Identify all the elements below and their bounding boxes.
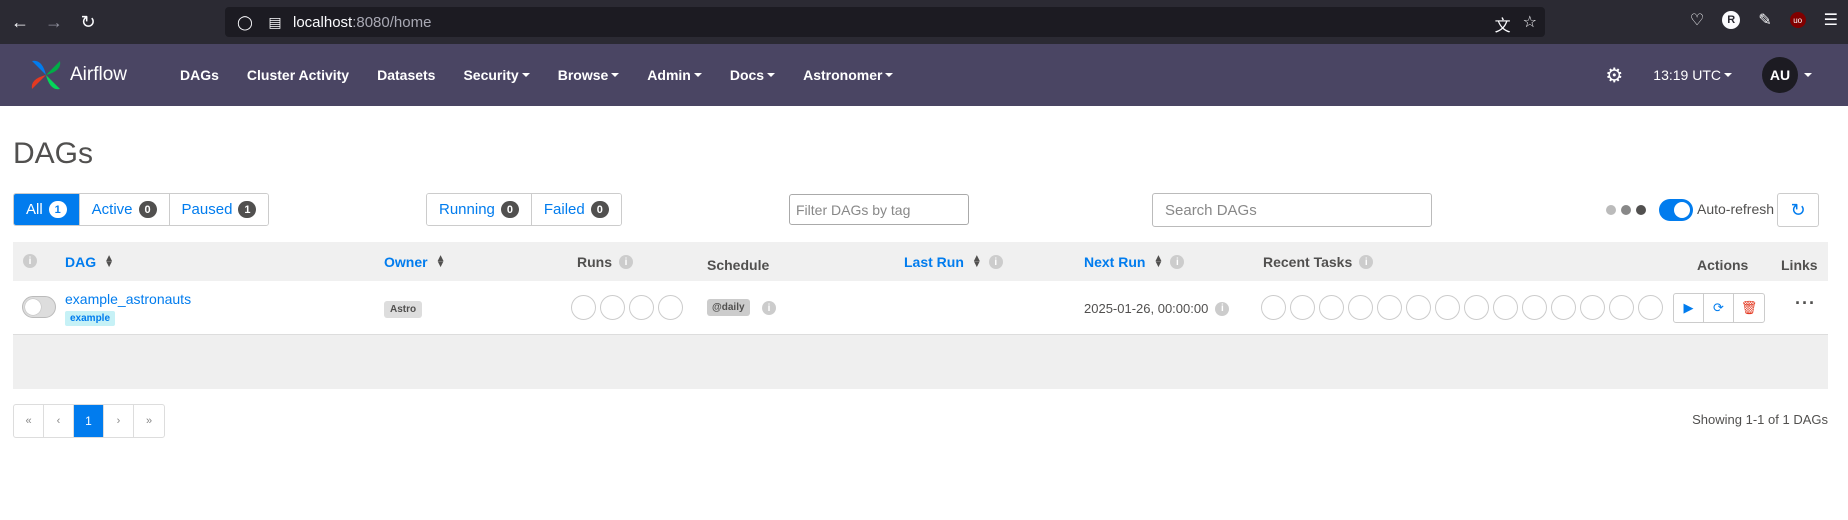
- run-state-filter-group: Running 0 Failed 0: [426, 193, 622, 226]
- dags-table: i DAG ▲ ▼ Owner ▲ ▼ Runs i Schedule Last Run ▲…: [13, 242, 1828, 389]
- links-more-icon[interactable]: ···: [1795, 293, 1816, 314]
- filter-all-button[interactable]: All 1: [14, 194, 80, 225]
- info-icon[interactable]: i: [1170, 255, 1185, 269]
- page-title: DAGs: [13, 137, 94, 170]
- next-run-value: 2025-01-26, 00:00:00 i: [1084, 301, 1230, 316]
- prev-page-button[interactable]: ‹: [44, 405, 74, 437]
- translate-icon[interactable]: 文: [1495, 12, 1511, 36]
- info-icon[interactable]: i: [1359, 255, 1374, 269]
- filter-paused-button[interactable]: Paused 1: [169, 194, 269, 225]
- chevron-down-icon: [611, 73, 620, 77]
- header-schedule: Schedule: [707, 257, 770, 273]
- sort-icon[interactable]: ▲ ▼: [104, 254, 114, 270]
- time-dropdown[interactable]: 13:19 UTC: [1653, 67, 1732, 83]
- header-actions: Actions: [1697, 257, 1749, 273]
- info-icon[interactable]: i: [619, 255, 633, 269]
- chevron-down-icon: [885, 73, 894, 77]
- header-owner[interactable]: Owner ▲ ▼: [384, 254, 446, 271]
- nav-browse[interactable]: Browse: [544, 67, 634, 83]
- browser-toolbar: ← → ↻ ◯ ▤ localhost:8080/home 文 ☆ ♡ R ✎ …: [0, 0, 1848, 44]
- nav-security[interactable]: Security: [449, 67, 543, 83]
- trash-icon: 🗑: [1740, 300, 1758, 315]
- brand-logo-link[interactable]: Airflow: [28, 57, 166, 93]
- recent-tasks-circles[interactable]: [1261, 295, 1663, 320]
- status-filter-group: All 1 Active 0 Paused 1: [13, 193, 270, 226]
- nav-astronomer[interactable]: Astronomer: [789, 67, 907, 83]
- user-avatar[interactable]: AU: [1762, 57, 1798, 93]
- auto-refresh-label: Auto-refresh: [1697, 201, 1775, 217]
- header-runs: Runs i: [577, 254, 633, 270]
- delete-dag-button[interactable]: 🗑: [1734, 294, 1764, 322]
- brand-name: Airflow: [70, 64, 128, 85]
- runs-status-circles[interactable]: [571, 295, 683, 320]
- menu-hamburger-icon[interactable]: ☰: [1824, 10, 1838, 30]
- profile-icon[interactable]: R: [1722, 11, 1741, 29]
- last-page-button[interactable]: »: [134, 405, 164, 437]
- nav-dags[interactable]: DAGs: [166, 67, 233, 83]
- trigger-dag-button[interactable]: ▶: [1674, 294, 1704, 322]
- chevron-down-icon: [521, 73, 530, 77]
- filter-failed-button[interactable]: Failed 0: [531, 194, 621, 225]
- nav-admin[interactable]: Admin: [633, 67, 716, 83]
- refresh-button[interactable]: ↻: [1777, 193, 1819, 227]
- loading-dots-indicator: [1606, 205, 1646, 215]
- header-last-run[interactable]: Last Run ▲ ▼ i: [904, 254, 1003, 270]
- header-dag[interactable]: DAG ▲ ▼: [65, 254, 114, 271]
- back-arrow-icon[interactable]: ←: [6, 8, 34, 36]
- nav-cluster-activity[interactable]: Cluster Activity: [233, 67, 363, 83]
- reload-icon[interactable]: ↻: [74, 8, 102, 36]
- header-links: Links: [1781, 257, 1818, 273]
- pause-dag-toggle[interactable]: [22, 296, 56, 318]
- next-page-button[interactable]: ›: [104, 405, 134, 437]
- first-page-button[interactable]: «: [14, 405, 44, 437]
- search-dags-input[interactable]: Search DAGs: [1152, 193, 1432, 227]
- schedule-info-icon[interactable]: i: [762, 301, 776, 315]
- header-info-icon[interactable]: i: [23, 254, 37, 268]
- forward-arrow-icon[interactable]: →: [40, 8, 68, 36]
- clear-dag-button[interactable]: ⟳: [1704, 294, 1734, 322]
- refresh-icon: ↻: [1790, 199, 1806, 220]
- bookmark-star-icon[interactable]: ☆: [1523, 12, 1537, 36]
- sort-icon[interactable]: ▲ ▼: [1153, 254, 1163, 270]
- tag-filter-input[interactable]: Filter DAGs by tag: [789, 194, 969, 225]
- airflow-pinwheel-icon: [31, 60, 61, 90]
- filter-running-button[interactable]: Running 0: [427, 194, 532, 225]
- dag-tag-badge[interactable]: example: [65, 311, 116, 326]
- header-recent-tasks: Recent Tasks i: [1263, 254, 1374, 270]
- header-next-run[interactable]: Next Run ▲ ▼ i: [1084, 254, 1185, 270]
- extensions-icon[interactable]: ✎: [1758, 10, 1771, 30]
- airflow-navbar: Airflow DAGs Cluster Activity Datasets Secu…: [0, 44, 1848, 106]
- chevron-down-icon: [693, 73, 702, 77]
- table-row: example_astronauts example Astro @daily …: [13, 281, 1828, 335]
- nav-datasets[interactable]: Datasets: [363, 67, 449, 83]
- shield-icon[interactable]: ◯: [235, 14, 255, 31]
- table-empty-area: [13, 335, 1828, 389]
- address-bar[interactable]: ◯ ▤ localhost:8080/home 文 ☆: [225, 7, 1545, 37]
- filter-active-button[interactable]: Active 0: [79, 194, 170, 225]
- chevron-down-icon: [767, 73, 776, 77]
- info-icon[interactable]: i: [1215, 301, 1230, 316]
- user-menu-caret-icon[interactable]: [1804, 73, 1812, 77]
- schedule-badge[interactable]: @daily: [707, 299, 750, 316]
- pagination: « ‹ 1 › »: [13, 404, 165, 438]
- sort-icon[interactable]: ▲ ▼: [436, 254, 446, 270]
- dag-id-link[interactable]: example_astronauts: [65, 291, 191, 307]
- owner-badge[interactable]: Astro: [384, 301, 423, 318]
- nav-docs[interactable]: Docs: [716, 67, 789, 83]
- gear-icon[interactable]: ⚙: [1605, 63, 1623, 88]
- page-1-button[interactable]: 1: [74, 405, 104, 437]
- auto-refresh-toggle[interactable]: [1659, 199, 1693, 221]
- pagination-summary: Showing 1-1 of 1 DAGs: [1692, 412, 1828, 427]
- url-text[interactable]: localhost:8080/home: [293, 14, 431, 31]
- row-actions: ▶ ⟳ 🗑: [1673, 293, 1765, 323]
- play-icon: ▶: [1683, 300, 1694, 315]
- pocket-icon[interactable]: ♡: [1690, 10, 1704, 30]
- sort-icon[interactable]: ▲ ▼: [972, 254, 982, 270]
- ublock-icon[interactable]: uo: [1789, 12, 1806, 28]
- reset-icon: ⟳: [1713, 300, 1724, 315]
- table-header: i DAG ▲ ▼ Owner ▲ ▼ Runs i Schedule Last Run ▲…: [13, 242, 1828, 281]
- page-info-icon[interactable]: ▤: [265, 14, 285, 31]
- info-icon[interactable]: i: [988, 255, 1003, 269]
